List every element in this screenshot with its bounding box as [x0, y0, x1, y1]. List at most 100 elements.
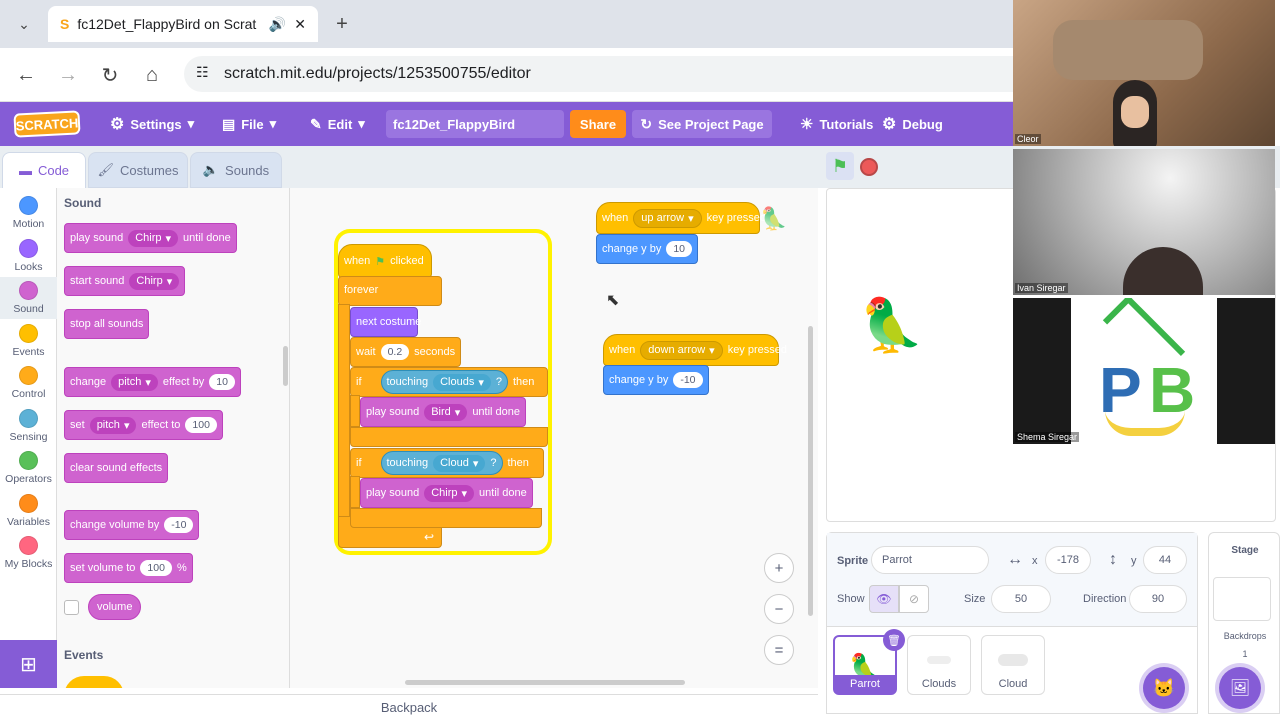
- direction-input[interactable]: 90: [1129, 585, 1187, 613]
- scratch-logo[interactable]: SCRATCH: [13, 110, 81, 138]
- new-tab-icon[interactable]: +: [326, 8, 358, 40]
- volume-checkbox[interactable]: [64, 600, 79, 615]
- set-effect-block[interactable]: set pitch ▾ effect to 100: [64, 410, 223, 440]
- stop-icon[interactable]: [860, 158, 878, 176]
- show-visible-icon[interactable]: 👁: [869, 585, 899, 613]
- stop-all-sounds-block[interactable]: stop all sounds: [64, 309, 150, 339]
- settings-menu[interactable]: ⚙ Settings ▾: [110, 102, 194, 146]
- key-dropdown[interactable]: down arrow ▾: [640, 340, 723, 360]
- sound-dropdown[interactable]: Bird ▾: [424, 403, 468, 421]
- category-sensing[interactable]: Sensing: [0, 405, 57, 447]
- category-control[interactable]: Control: [0, 362, 57, 404]
- category-operators[interactable]: Operators: [0, 447, 57, 489]
- sprite-name-input[interactable]: Parrot: [871, 546, 989, 574]
- palette-scrollbar[interactable]: [283, 346, 288, 386]
- backdrop-thumbnail[interactable]: [1213, 577, 1271, 621]
- touching-clouds-block[interactable]: touching Clouds ▾ ?: [380, 370, 508, 394]
- number-input[interactable]: -10: [673, 372, 703, 388]
- when-up-arrow-pressed-block[interactable]: when up arrow ▾ key pressed: [596, 202, 766, 234]
- delete-sprite-icon[interactable]: 🗑: [883, 629, 905, 651]
- home-icon[interactable]: ⌂: [136, 59, 168, 91]
- tab-costumes[interactable]: 🖌 Costumes: [88, 152, 188, 188]
- tab-code[interactable]: ▬ Code: [2, 152, 86, 188]
- file-menu[interactable]: ▤ File ▾: [222, 102, 276, 146]
- category-variables[interactable]: Variables: [0, 490, 57, 532]
- category-sound[interactable]: Sound: [0, 277, 57, 319]
- number-input[interactable]: 100: [185, 417, 217, 433]
- volume-reporter-block[interactable]: volume: [88, 594, 142, 620]
- edit-menu[interactable]: ✎ Edit ▾: [310, 102, 365, 146]
- stage-selector-panel[interactable]: Stage Backdrops 1 🖼: [1208, 532, 1280, 714]
- debug-menu[interactable]: ⚙ Debug: [882, 102, 943, 146]
- size-input[interactable]: 50: [991, 585, 1051, 613]
- category-my-blocks[interactable]: My Blocks: [0, 532, 57, 574]
- number-input[interactable]: 0.2: [380, 344, 410, 360]
- change-volume-block[interactable]: change volume by -10: [64, 510, 200, 540]
- effect-dropdown[interactable]: pitch ▾: [111, 373, 158, 391]
- if-touching-cloud-block[interactable]: if touching Cloud ▾ ? then: [350, 448, 544, 478]
- wait-block[interactable]: wait 0.2 seconds: [350, 337, 462, 367]
- y-input[interactable]: 44: [1143, 546, 1187, 574]
- show-hidden-icon[interactable]: ⊘: [899, 585, 929, 613]
- x-input[interactable]: -178: [1045, 546, 1091, 574]
- sprite-thumb-parrot[interactable]: 🦜 Parrot 🗑: [833, 629, 905, 695]
- parrot-sprite[interactable]: 🦜: [859, 295, 924, 356]
- sprite-thumb-clouds[interactable]: Clouds: [907, 635, 971, 695]
- add-extension-button[interactable]: ⊞: [0, 640, 57, 688]
- close-icon[interactable]: ✕: [294, 16, 306, 33]
- category-motion[interactable]: Motion: [0, 192, 57, 234]
- change-y-by-block[interactable]: change y by -10: [603, 365, 709, 395]
- forward-icon[interactable]: →: [52, 59, 84, 91]
- person-face: [1121, 96, 1149, 128]
- site-settings-icon[interactable]: ☷: [196, 64, 209, 81]
- sound-dropdown[interactable]: Chirp ▾: [424, 484, 475, 502]
- set-volume-block[interactable]: set volume to 100 %: [64, 553, 193, 583]
- tab-sounds[interactable]: 🔈 Sounds: [190, 152, 282, 188]
- next-costume-block[interactable]: next costume: [350, 307, 421, 337]
- horizontal-scrollbar[interactable]: [405, 680, 685, 685]
- zoom-in-icon[interactable]: +: [764, 553, 794, 583]
- number-input[interactable]: 10: [666, 241, 693, 257]
- play-sound-until-done-block[interactable]: play sound Chirp ▾ until done: [64, 223, 237, 253]
- share-button[interactable]: Share: [570, 110, 626, 138]
- events-hat-block[interactable]: [64, 676, 124, 688]
- green-flag-icon[interactable]: ⚑: [826, 152, 854, 180]
- speaker-icon[interactable]: 🔊: [269, 16, 286, 33]
- number-input[interactable]: 100: [140, 560, 172, 576]
- touching-dropdown[interactable]: Clouds ▾: [433, 373, 491, 391]
- when-down-arrow-pressed-block[interactable]: when down arrow ▾ key pressed: [603, 334, 787, 366]
- backpack[interactable]: Backpack: [0, 694, 818, 720]
- reload-icon[interactable]: ↻: [94, 59, 126, 91]
- back-icon[interactable]: ←: [10, 59, 42, 91]
- number-input[interactable]: 10: [209, 374, 235, 390]
- touching-dropdown[interactable]: Cloud ▾: [433, 454, 486, 472]
- script-area[interactable]: when ⚑ clicked forever ↩ next costume wa…: [290, 188, 818, 688]
- category-events[interactable]: Events: [0, 320, 57, 362]
- sprite-thumb-cloud[interactable]: Cloud: [981, 635, 1045, 695]
- change-effect-block[interactable]: change pitch ▾ effect by 10: [64, 367, 241, 397]
- start-sound-block[interactable]: start sound Chirp ▾: [64, 266, 186, 296]
- play-sound-bird-block[interactable]: play sound Bird ▾ until done: [360, 397, 527, 427]
- project-title-input[interactable]: fc12Det_FlappyBird: [386, 110, 564, 138]
- zoom-reset-icon[interactable]: =: [764, 635, 794, 665]
- tutorials-menu[interactable]: ☀ Tutorials: [800, 102, 873, 146]
- choose-backdrop-icon[interactable]: 🖼: [1219, 667, 1261, 709]
- key-dropdown[interactable]: up arrow ▾: [633, 208, 702, 228]
- zoom-out-icon[interactable]: −: [764, 594, 794, 624]
- choose-sprite-icon[interactable]: 🐱: [1143, 667, 1185, 709]
- sound-dropdown[interactable]: Chirp ▾: [129, 272, 180, 290]
- change-y-by-block[interactable]: change y by 10: [596, 234, 699, 264]
- see-project-page-button[interactable]: ↻ See Project Page: [632, 110, 772, 138]
- category-looks[interactable]: Looks: [0, 235, 57, 277]
- effect-dropdown[interactable]: pitch ▾: [89, 416, 137, 434]
- browser-tab[interactable]: S fc12Det_FlappyBird on Scrat 🔊 ✕: [48, 6, 318, 42]
- clear-sound-effects-block[interactable]: clear sound effects: [64, 453, 169, 483]
- tab-list-icon[interactable]: ⌄: [8, 8, 40, 40]
- sound-dropdown[interactable]: Chirp ▾: [128, 229, 179, 247]
- number-input[interactable]: -10: [164, 517, 194, 533]
- vertical-scrollbar[interactable]: [808, 326, 813, 616]
- touching-cloud-block[interactable]: touching Cloud ▾ ?: [380, 451, 503, 475]
- if-touching-clouds-block[interactable]: if touching Clouds ▾ ? then: [350, 367, 548, 397]
- when-flag-clicked-block[interactable]: when ⚑ clicked: [338, 244, 432, 278]
- play-sound-chirp-block[interactable]: play sound Chirp ▾ until done: [360, 478, 533, 508]
